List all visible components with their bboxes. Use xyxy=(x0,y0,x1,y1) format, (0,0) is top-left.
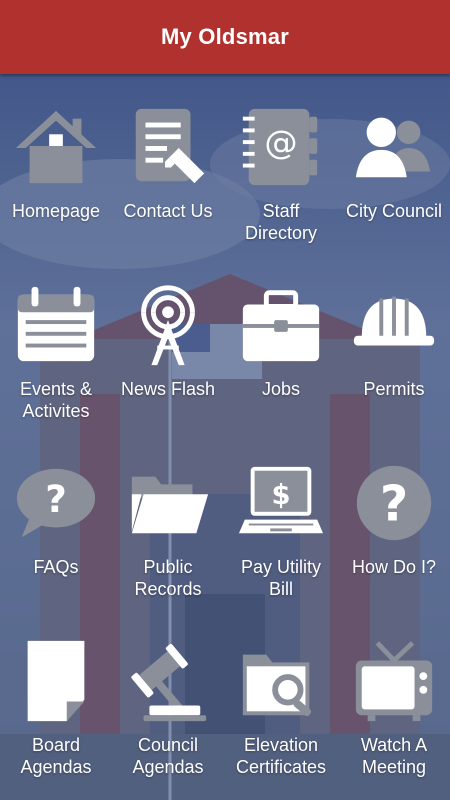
tile-label: News Flash xyxy=(120,379,216,399)
document-pencil-icon xyxy=(123,102,213,192)
svg-text:$: $ xyxy=(271,480,290,511)
tile-label: Jobs xyxy=(261,379,301,399)
question-bubble-icon: ? xyxy=(11,458,101,548)
svg-text:?: ? xyxy=(45,478,67,521)
app-title: My Oldsmar xyxy=(161,24,289,49)
tile-board-agendas[interactable]: Board Agendas xyxy=(0,608,112,778)
tile-contact-us[interactable]: Contact Us xyxy=(112,74,224,244)
tile-label: Homepage xyxy=(11,201,101,221)
page-icon xyxy=(11,636,101,726)
hard-hat-icon xyxy=(349,280,439,370)
tile-events-activites[interactable]: Events & Activites xyxy=(0,252,112,422)
menu-grid: Homepage Contact Us @ Staff Directory Ci… xyxy=(0,74,450,800)
app-screen: My Oldsmar Homepage Contact Us @ Staff D… xyxy=(0,0,450,800)
tile-faqs[interactable]: ? FAQs xyxy=(0,430,112,600)
people-icon xyxy=(349,102,439,192)
calendar-icon xyxy=(11,280,101,370)
tile-label: Events & Activites xyxy=(19,379,93,421)
folder-search-icon xyxy=(236,636,326,726)
question-circle-icon: ? xyxy=(349,458,439,548)
tile-staff-directory[interactable]: @ Staff Directory xyxy=(225,74,337,244)
tile-city-council[interactable]: City Council xyxy=(338,74,450,244)
broadcast-tower-icon xyxy=(123,280,213,370)
tile-permits[interactable]: Permits xyxy=(338,252,450,422)
tile-council-agendas[interactable]: Council Agendas xyxy=(112,608,224,778)
tile-label: Contact Us xyxy=(123,201,213,221)
tile-label: Council Agendas xyxy=(132,735,204,777)
svg-text:@: @ xyxy=(264,123,297,162)
tile-label: Board Agendas xyxy=(20,735,92,777)
briefcase-icon xyxy=(236,280,326,370)
tile-label: Pay Utility Bill xyxy=(240,557,321,599)
tile-news-flash[interactable]: News Flash xyxy=(112,252,224,422)
tile-how-do-i[interactable]: ? How Do I? xyxy=(338,430,450,600)
tile-public-records[interactable]: Public Records xyxy=(112,430,224,600)
tile-elevation-certificates[interactable]: Elevation Certificates xyxy=(225,608,337,778)
house-icon xyxy=(11,102,101,192)
tile-homepage[interactable]: Homepage xyxy=(0,74,112,244)
laptop-dollar-icon: $ xyxy=(236,458,326,548)
tv-icon xyxy=(349,636,439,726)
tile-label: City Council xyxy=(345,201,443,221)
tile-jobs[interactable]: Jobs xyxy=(225,252,337,422)
folder-open-icon xyxy=(123,458,213,548)
tile-label: Permits xyxy=(363,379,425,399)
tile-label: Elevation Certificates xyxy=(235,735,327,777)
tile-label: Public Records xyxy=(134,557,202,599)
gavel-icon xyxy=(123,636,213,726)
tile-label: Watch A Meeting xyxy=(360,735,428,777)
svg-text:?: ? xyxy=(380,476,408,533)
app-header: My Oldsmar xyxy=(0,0,450,74)
tile-label: Staff Directory xyxy=(244,201,317,243)
tile-pay-utility-bill[interactable]: $ Pay Utility Bill xyxy=(225,430,337,600)
tile-watch-a-meeting[interactable]: Watch A Meeting xyxy=(338,608,450,778)
address-book-icon: @ xyxy=(236,102,326,192)
tile-label: FAQs xyxy=(33,557,79,577)
tile-label: How Do I? xyxy=(351,557,437,577)
